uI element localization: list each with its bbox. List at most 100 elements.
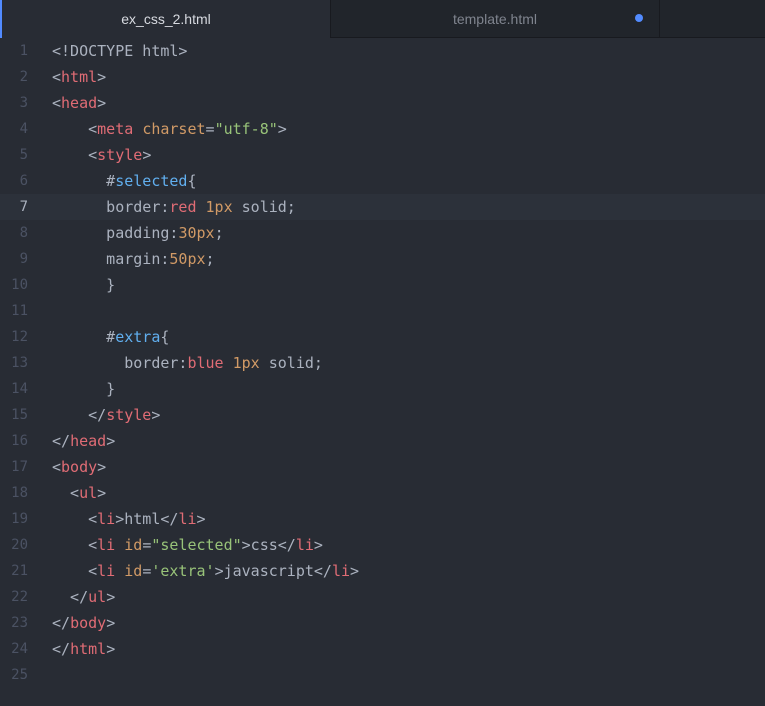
line-number: 11	[11, 303, 28, 319]
line-number: 6	[19, 173, 28, 189]
code-line[interactable]: 17 <body>	[0, 454, 765, 480]
code-line[interactable]: 3 <head>	[0, 90, 765, 116]
code-token: #	[52, 328, 116, 346]
code-token: >	[151, 406, 161, 424]
code-text: <ul>	[52, 480, 106, 506]
code-line[interactable]: 20 <li id="selected">css</li>	[0, 532, 765, 558]
code-token: </	[52, 588, 89, 606]
code-line[interactable]: 6 #selected{	[0, 168, 765, 194]
line-number: 4	[19, 121, 28, 137]
code-token: </	[52, 614, 71, 632]
code-token: </	[52, 640, 71, 658]
code-token: >	[106, 432, 116, 450]
code-token: >	[350, 562, 360, 580]
code-text: #extra{	[52, 324, 169, 350]
code-token: =	[205, 120, 215, 138]
code-editor[interactable]: 1 <!DOCTYPE html> 2 <html> 3 <head> 4 <meta ch…	[0, 38, 765, 706]
line-number: 17	[11, 459, 28, 475]
code-token: html	[61, 68, 98, 86]
code-text: padding:30px;	[52, 220, 224, 246]
code-line[interactable]: 9 margin:50px;	[0, 246, 765, 272]
code-token: li	[295, 536, 314, 554]
code-token: }	[52, 380, 116, 398]
code-line[interactable]: 4 <meta charset="utf-8">	[0, 116, 765, 142]
line-number: 9	[19, 251, 28, 267]
code-text: <style>	[52, 142, 151, 168]
tab-template[interactable]: template.html	[330, 0, 660, 37]
code-token: 1px	[232, 354, 260, 372]
code-token: <	[52, 562, 98, 580]
code-line[interactable]: 16 </head>	[0, 428, 765, 454]
line-number: 15	[11, 407, 28, 423]
line-number: 25	[11, 667, 28, 683]
code-text: <li>html</li>	[52, 506, 205, 532]
code-token: selected	[115, 172, 188, 190]
code-text: </body>	[52, 610, 115, 636]
code-text: </html>	[52, 636, 115, 662]
code-line[interactable]: 24 </html>	[0, 636, 765, 662]
code-line[interactable]: 1 <!DOCTYPE html>	[0, 38, 765, 64]
code-token: style	[106, 406, 152, 424]
code-line[interactable]: 7 border:red 1px solid;	[0, 194, 765, 220]
code-token: >	[277, 120, 287, 138]
code-line[interactable]: 11	[0, 298, 765, 324]
code-token: head	[61, 94, 98, 112]
tab-ex-css-2[interactable]: ex_css_2.html	[0, 0, 330, 38]
code-token: >	[97, 68, 107, 86]
code-token: "selected"	[151, 536, 242, 554]
code-text: </ul>	[52, 584, 115, 610]
code-token: html	[70, 640, 107, 658]
code-line[interactable]: 2 <html>	[0, 64, 765, 90]
code-line[interactable]: 12 #extra{	[0, 324, 765, 350]
code-token: padding:	[52, 224, 179, 242]
code-line[interactable]: 13 border:blue 1px solid;	[0, 350, 765, 376]
code-token: ;	[214, 224, 224, 242]
code-line[interactable]: 15 </style>	[0, 402, 765, 428]
code-token: li	[178, 510, 197, 528]
code-line[interactable]: 5 <style>	[0, 142, 765, 168]
code-token: </	[52, 406, 107, 424]
code-line[interactable]: 10 }	[0, 272, 765, 298]
code-token: >html</	[115, 510, 179, 528]
code-line[interactable]: 23 </body>	[0, 610, 765, 636]
code-line[interactable]: 21 <li id='extra'>javascript</li>	[0, 558, 765, 584]
code-text: </head>	[52, 428, 115, 454]
code-token: }	[52, 276, 116, 294]
code-token: <	[52, 536, 98, 554]
code-token: <	[52, 510, 98, 528]
code-text: }	[52, 272, 115, 298]
code-line[interactable]: 18 <ul>	[0, 480, 765, 506]
line-number: 8	[19, 225, 28, 241]
code-token: id	[124, 536, 143, 554]
code-token: <	[52, 120, 98, 138]
code-line[interactable]: 14 }	[0, 376, 765, 402]
code-token: 'extra'	[151, 562, 215, 580]
code-token: charset	[142, 120, 206, 138]
code-token: extra	[115, 328, 161, 346]
code-token: border:	[52, 354, 188, 372]
code-line[interactable]: 25	[0, 662, 765, 688]
code-line[interactable]: 19 <li>html</li>	[0, 506, 765, 532]
unsaved-dot-icon	[635, 14, 643, 22]
code-token: body	[61, 458, 98, 476]
code-text: <li id="selected">css</li>	[52, 532, 323, 558]
code-line[interactable]: 22 </ul>	[0, 584, 765, 610]
code-text: margin:50px;	[52, 246, 214, 272]
code-token: >	[106, 588, 116, 606]
code-token: margin:	[52, 250, 170, 268]
code-token: border:	[52, 198, 170, 216]
code-token: <!DOCTYPE html>	[52, 42, 188, 60]
code-token: <	[52, 94, 62, 112]
code-line[interactable]: 8 padding:30px;	[0, 220, 765, 246]
line-number: 24	[11, 641, 28, 657]
code-token: body	[70, 614, 107, 632]
code-token: </	[52, 432, 71, 450]
line-number: 5	[19, 147, 28, 163]
code-token: li	[97, 562, 116, 580]
code-token: red	[169, 198, 197, 216]
line-number: 12	[11, 329, 28, 345]
line-number: 2	[19, 69, 28, 85]
